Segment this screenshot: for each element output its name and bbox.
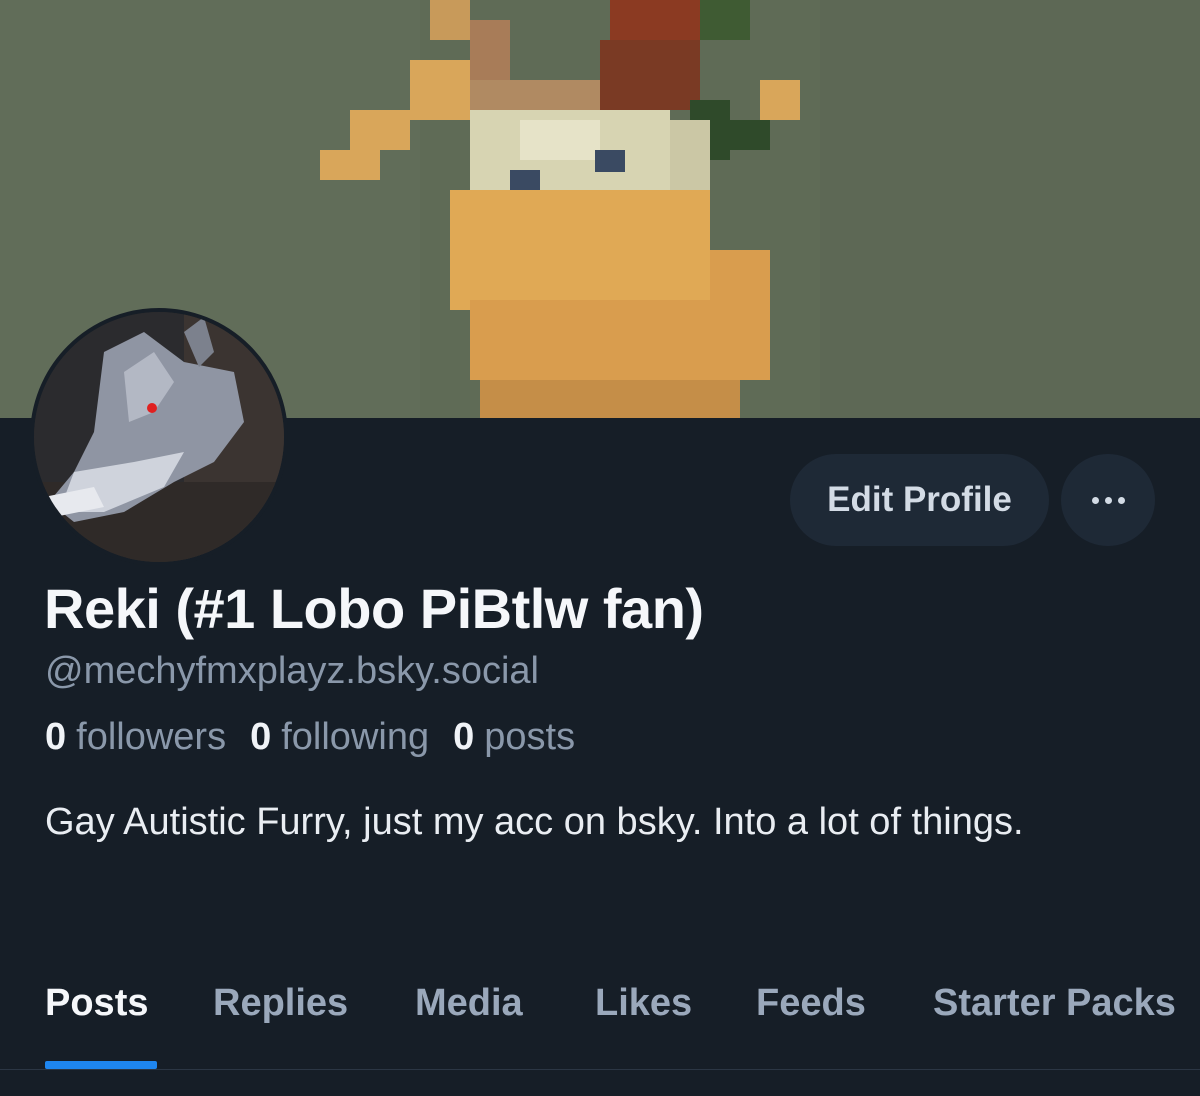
posts-label: posts [484, 716, 576, 758]
active-tab-indicator [45, 1061, 157, 1069]
more-options-button[interactable] [1061, 454, 1155, 546]
following-label: following [281, 716, 430, 758]
profile-page: Edit Profile Reki (#1 Lobo PiBtlw fan) @… [0, 0, 1200, 1096]
following-count: 0 [250, 716, 272, 758]
profile-handle[interactable]: @mechyfmxplayz.bsky.social [45, 650, 539, 693]
tab-posts[interactable]: Posts [45, 982, 148, 1025]
avatar[interactable] [30, 308, 288, 566]
display-name: Reki (#1 Lobo PiBtlw fan) [44, 577, 704, 640]
edit-profile-label: Edit Profile [827, 480, 1012, 519]
tabs-divider [0, 1069, 1200, 1070]
profile-tabs: Posts Replies Media Likes Feeds Starter … [0, 968, 1200, 1068]
followers-label: followers [76, 716, 227, 758]
tab-starter-packs[interactable]: Starter Packs [933, 982, 1176, 1025]
tab-likes[interactable]: Likes [595, 982, 692, 1025]
profile-bio: Gay Autistic Furry, just my acc on bsky.… [45, 801, 1024, 843]
tab-media[interactable]: Media [415, 982, 523, 1025]
edit-profile-button[interactable]: Edit Profile [790, 454, 1049, 546]
posts-stat: 0 posts [453, 716, 575, 759]
following-stat[interactable]: 0 following [250, 716, 429, 759]
followers-stat[interactable]: 0 followers [45, 716, 226, 759]
followers-count: 0 [45, 716, 67, 758]
profile-stats: 0 followers 0 following 0 posts [45, 716, 575, 759]
tab-replies[interactable]: Replies [213, 982, 348, 1025]
ellipsis-icon [1091, 496, 1125, 504]
posts-count: 0 [453, 716, 475, 758]
tab-feeds[interactable]: Feeds [756, 982, 866, 1025]
